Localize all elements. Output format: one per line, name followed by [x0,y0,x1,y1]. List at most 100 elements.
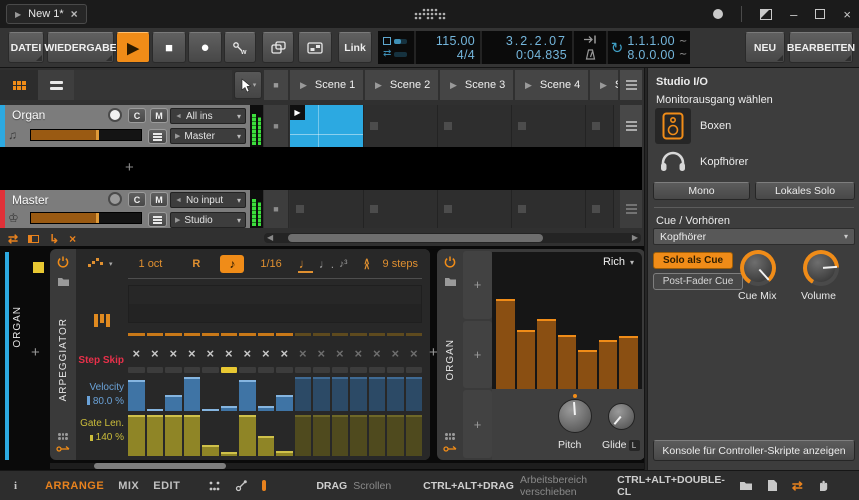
device-scrollbar-thumb[interactable] [94,463,226,469]
gate-step[interactable] [405,415,422,456]
remote-controls-icon[interactable] [58,433,68,440]
pitch-step[interactable] [350,329,367,339]
swing-icon[interactable]: ∧ ∧ [363,257,370,271]
crossfade-icon[interactable]: ⇄ [8,233,18,245]
scrollbar-thumb[interactable] [288,234,544,242]
info-icon[interactable]: i [14,480,17,492]
document-tab[interactable]: ▶ New 1* × [6,4,87,24]
scene-2-header[interactable]: ▶ Scene 2 [365,70,439,100]
step-skip-toggle[interactable]: × [295,345,312,363]
scene-play-icon[interactable]: ▶ [600,80,607,91]
scene-play-icon[interactable]: ▶ [375,80,382,91]
launcher-lanes-tab[interactable] [38,70,74,100]
organ-track-header[interactable]: Organ C M ◄ All ins ▾ ♫ ▶ Master ▾ [0,105,250,147]
gate-step[interactable] [313,415,330,456]
gate-step[interactable] [146,415,163,456]
rate-mode-straight[interactable]: ♩ [297,256,313,273]
engine-active-indicator[interactable] [713,9,724,19]
note-mode-button[interactable]: ♪ [220,255,245,273]
pitch-step[interactable] [239,329,256,339]
swap-arrows-icon[interactable]: ⇄ [792,478,803,494]
harmonic-bar[interactable] [619,336,639,389]
modulator-slot-add[interactable]: + [463,251,492,319]
velocity-step[interactable] [387,377,404,411]
pitch-step[interactable] [165,329,182,339]
active-clip-icon[interactable] [262,480,267,491]
scene-play-icon[interactable]: ▶ [450,80,457,91]
velocity-value[interactable]: 80.0 % [86,396,124,407]
harmonic-bar[interactable] [557,334,577,389]
steps-count-value[interactable]: 9 steps [383,258,418,270]
modulator-slot-add[interactable]: + [463,320,492,389]
tempo-value[interactable]: 115.00 [421,34,475,48]
master-menu-button[interactable] [148,212,167,227]
modulator-slot-add[interactable]: + [463,390,492,459]
pitch-step[interactable] [406,329,423,339]
layers-icon[interactable] [280,480,284,492]
view-edit[interactable]: EDIT [153,480,180,492]
launcher-scrollbar[interactable]: ◀ ▶ [264,233,641,243]
automation-write-button[interactable]: w [224,32,256,63]
scene-play-icon[interactable]: ▶ [525,80,532,91]
velocity-step[interactable] [183,377,200,411]
pitch-step[interactable] [221,329,238,339]
harmonic-bar[interactable] [537,318,556,389]
stop-button[interactable]: ■ [152,32,186,63]
pitch-step[interactable] [147,329,164,339]
view-mix[interactable]: MIX [118,480,139,492]
loop-follow-icons[interactable]: ⇄ [378,31,416,64]
step-skip-toggle[interactable]: × [202,345,219,363]
velocity-step[interactable] [276,377,293,411]
step-skip-toggle[interactable]: × [128,345,145,363]
neu-menu-button[interactable]: NEU [745,32,785,63]
velocity-step[interactable] [220,377,237,411]
organ-device[interactable]: ORGAN + + + Rich ▾ Pitch GlideL Attack [437,249,644,460]
pitch-lane[interactable] [128,285,422,323]
tempo-cell[interactable]: 115.00 4/4 [416,31,482,64]
scene-play-icon[interactable]: ▶ [300,80,307,91]
play-button[interactable]: ▶ [116,32,150,63]
octave-range-value[interactable]: 1 oct [139,258,163,270]
master-empty-slot[interactable] [438,190,512,228]
master-track-header[interactable]: Master C M ◄ No input ▾ ♔ ▶ Studio ▾ [0,190,250,228]
add-device-before-button[interactable]: + [31,344,40,361]
arp-mode-caret-icon[interactable]: ▾ [109,260,113,268]
loop-icon[interactable]: ↻ [611,39,624,57]
retrigger-button[interactable]: R [192,258,200,270]
scene-5-header[interactable]: ▶ Scene 5 [590,70,619,100]
velocity-step[interactable] [239,377,256,411]
close-button[interactable]: × [843,8,851,21]
velocity-step[interactable] [405,377,422,411]
scene-label[interactable]: Scene 3 [465,79,505,91]
master-stop-clip-button[interactable]: ■ [264,190,289,228]
organ-empty-slot[interactable] [438,105,512,147]
pitch-step[interactable] [295,329,312,339]
gate-step[interactable] [202,415,219,456]
harmonic-bar[interactable] [578,349,597,389]
velocity-step[interactable] [313,377,330,411]
node-link-icon[interactable] [235,479,248,492]
step-skip-toggle[interactable]: × [313,345,330,363]
clip-play-button[interactable]: ▶ [290,105,305,120]
gate-step[interactable] [257,415,274,456]
velocity-step[interactable] [368,377,385,411]
arpeggiator-name[interactable]: ARPEGGIATOR [58,318,69,401]
pitch-step[interactable] [184,329,201,339]
preset-select[interactable]: Rich ▾ [603,256,634,268]
file-icon[interactable] [767,479,778,492]
step-skip-toggle[interactable]: × [258,345,275,363]
gate-step[interactable] [165,415,182,456]
master-empty-slot[interactable] [586,190,614,228]
view-arrange[interactable]: ARRANGE [45,480,104,492]
velocity-step[interactable] [146,377,163,411]
master-record-arm-button[interactable] [108,192,122,206]
step-skip-label[interactable]: Step Skip [78,355,124,366]
scroll-left-icon[interactable]: ◀ [264,234,276,242]
velocity-step[interactable] [294,377,311,411]
track-list-icon[interactable] [28,234,40,243]
konsole-button[interactable]: Konsole für Controller-Skripte anzeigen [653,440,855,461]
datei-menu-button[interactable]: DATEI [8,32,44,63]
track-activity-square[interactable] [33,262,44,273]
loop-start-value[interactable]: 1.1.1.00 [627,34,675,48]
modulation-key-icon[interactable] [56,445,70,453]
